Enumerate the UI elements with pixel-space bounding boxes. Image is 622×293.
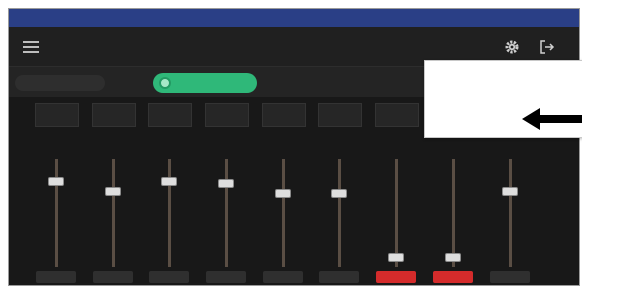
mute-button[interactable] — [93, 271, 133, 283]
mute-button[interactable] — [490, 271, 530, 283]
fader-knob[interactable] — [105, 186, 121, 196]
mute-button[interactable] — [263, 271, 303, 283]
fader-track[interactable] — [395, 159, 398, 267]
channel-name[interactable] — [318, 103, 362, 127]
fader-knob[interactable] — [48, 176, 64, 186]
fader-knob[interactable] — [388, 253, 404, 263]
fader-knob[interactable] — [502, 186, 518, 196]
fader-track[interactable] — [452, 159, 455, 267]
channel-strip — [90, 97, 136, 285]
fader-track[interactable] — [168, 159, 171, 267]
channel-name[interactable] — [35, 103, 79, 127]
channel-strip — [203, 97, 249, 285]
fader-knob[interactable] — [445, 253, 461, 263]
exit-icon[interactable] — [539, 39, 555, 55]
channel-name[interactable] — [205, 103, 249, 127]
fader-track[interactable] — [225, 159, 228, 267]
connect-status-icon — [159, 77, 171, 89]
fader-knob[interactable] — [218, 178, 234, 188]
channel-strip — [146, 97, 192, 285]
channel-strip — [260, 97, 306, 285]
fader-knob[interactable] — [275, 188, 291, 198]
mute-button[interactable] — [206, 271, 246, 283]
fader-track[interactable] — [55, 159, 58, 267]
fader-track[interactable] — [282, 159, 285, 267]
fader-track[interactable] — [338, 159, 341, 267]
fader-track[interactable] — [509, 159, 512, 267]
mute-button[interactable] — [319, 271, 359, 283]
fader-track[interactable] — [112, 159, 115, 267]
mute-button[interactable] — [376, 271, 416, 283]
channel-name[interactable] — [262, 103, 306, 127]
app-window — [8, 8, 580, 286]
mute-button[interactable] — [149, 271, 189, 283]
status-bar — [9, 9, 579, 27]
channel-strip — [316, 97, 362, 285]
mute-button[interactable] — [433, 271, 473, 283]
channel-name[interactable] — [148, 103, 192, 127]
channel-name[interactable] — [375, 103, 419, 127]
fader-knob[interactable] — [331, 188, 347, 198]
gear-icon[interactable] — [504, 39, 520, 55]
fader-knob[interactable] — [161, 176, 177, 186]
settings-pill[interactable] — [15, 75, 105, 91]
channel-strip — [373, 97, 419, 285]
page-margin — [582, 0, 622, 293]
connect-button[interactable] — [153, 73, 257, 93]
mute-button[interactable] — [36, 271, 76, 283]
channel-name[interactable] — [92, 103, 136, 127]
menu-icon[interactable] — [23, 41, 39, 53]
channel-strip — [33, 97, 79, 285]
